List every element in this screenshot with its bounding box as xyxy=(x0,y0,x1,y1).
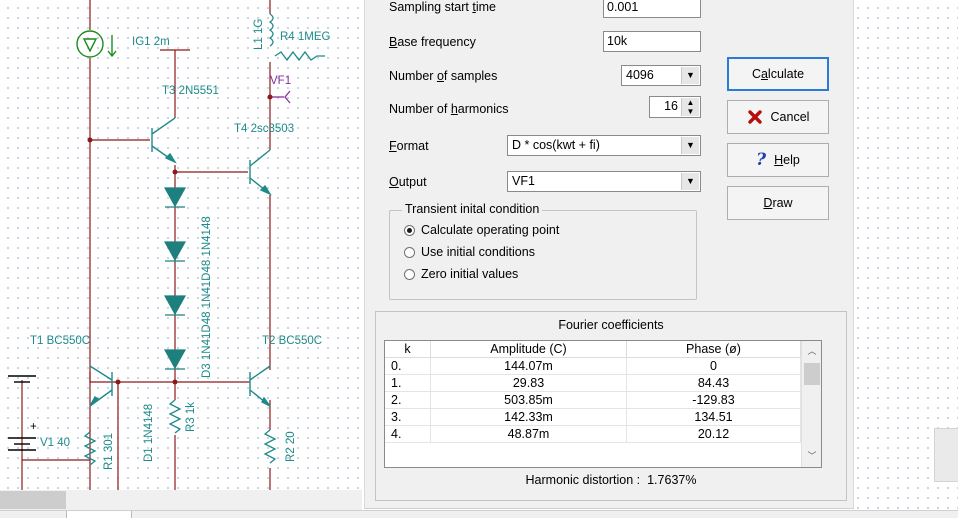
ig1-label: IG1 2m xyxy=(132,36,170,48)
fourier-title: Fourier coefficients xyxy=(558,318,664,332)
horizontal-scroll-thumb[interactable] xyxy=(0,491,66,509)
t1-label: T1 BC550C xyxy=(30,335,90,347)
scroll-thumb[interactable] xyxy=(804,363,820,385)
transistor-t4 xyxy=(249,149,272,196)
column-header-phase[interactable]: Phase (ø) xyxy=(627,341,801,358)
cancel-button[interactable]: Cancel xyxy=(727,100,829,134)
radio-calculate-operating-point[interactable]: Calculate operating point xyxy=(404,223,559,237)
r1-label: R1 301 xyxy=(103,433,115,470)
radio-dot[interactable] xyxy=(404,224,415,236)
format-value: D * cos(kwt + fi) xyxy=(512,138,600,152)
output-label: Output xyxy=(389,175,427,189)
format-label: Format xyxy=(389,139,429,153)
num-samples-value: 4096 xyxy=(626,68,654,82)
voltmeter-vf1 xyxy=(270,90,291,104)
r3-label: R3 1k xyxy=(185,402,197,432)
num-samples-select[interactable]: 4096 ▼ xyxy=(621,65,701,86)
transistor-t1 xyxy=(89,365,113,407)
junction-dots xyxy=(87,94,273,385)
r2-label: R2 20 xyxy=(285,431,297,462)
side-panel-widget[interactable] xyxy=(934,428,958,482)
output-select[interactable]: VF1 ▼ xyxy=(507,171,701,192)
t2-label: T2 BC550C xyxy=(262,335,322,347)
num-samples-label: Number of samples xyxy=(389,69,498,83)
column-header-amplitude[interactable]: Amplitude (C) xyxy=(431,341,627,358)
radio-use-initial-conditions[interactable]: Use initial conditions xyxy=(404,245,535,259)
output-value: VF1 xyxy=(512,174,535,188)
draw-button[interactable]: Draw xyxy=(727,186,829,220)
resistor-r2 xyxy=(263,429,277,464)
diodes-label: D3 1N41D48 1N41D48 1N4148 xyxy=(201,216,213,378)
vf1-label: VF1 xyxy=(270,75,291,87)
r4-label: R4 1MEG xyxy=(280,31,331,43)
fourier-table[interactable]: k Amplitude (C) Phase (ø) 0. 144.07m 0 1… xyxy=(384,340,822,468)
calculate-button[interactable]: Calculate xyxy=(727,57,829,91)
base-frequency-input[interactable]: 10k xyxy=(603,31,701,52)
harmonic-distortion: Harmonic distortion : 1.7637% xyxy=(525,473,697,487)
schematic-drawing: IG1 2m L1 1G R4 1MEG VF1 T3 2N5551 T4 2s… xyxy=(8,0,331,490)
transient-group: Transient inital condition Calculate ope… xyxy=(389,202,697,300)
table-scrollbar[interactable]: ︿ ﹀ xyxy=(801,341,821,467)
radio-zero-initial-values[interactable]: Zero initial values xyxy=(404,267,518,281)
l1-label: L1 1G xyxy=(253,19,265,50)
spin-arrows-icon[interactable]: ▲ ▼ xyxy=(681,98,699,116)
transistor-t2 xyxy=(249,365,271,407)
combo-arrow-icon[interactable]: ▼ xyxy=(681,67,699,84)
sampling-start-label: Sampling start time xyxy=(389,0,497,14)
current-source-ig1 xyxy=(76,30,117,58)
transistor-t3 xyxy=(151,117,177,164)
combo-arrow-icon[interactable]: ▼ xyxy=(681,137,699,154)
v1-label: V1 40 xyxy=(40,437,70,449)
d1-label: D1 1N4148 xyxy=(143,404,155,462)
scroll-down-icon[interactable]: ﹀ xyxy=(802,449,821,462)
format-select[interactable]: D * cos(kwt + fi) ▼ xyxy=(507,135,701,156)
t4-label: T4 2sc3503 xyxy=(234,123,294,135)
scroll-up-icon[interactable]: ︿ xyxy=(802,344,821,357)
horizontal-scrollbar[interactable] xyxy=(0,490,362,510)
num-harmonics-label: Number of harmonics xyxy=(389,102,509,116)
column-header-k[interactable]: k xyxy=(385,341,431,358)
harmonic-distortion-value: 1.7637% xyxy=(647,473,697,487)
combo-arrow-icon[interactable]: ▼ xyxy=(681,173,699,190)
num-harmonics-value: 16 xyxy=(664,99,678,113)
base-frequency-label: Base frequency xyxy=(389,35,476,49)
num-harmonics-spinner[interactable]: 16 ▲ ▼ xyxy=(649,96,701,118)
radio-dot[interactable] xyxy=(404,268,415,280)
battery-plus: + xyxy=(30,421,37,433)
t3-label: T3 2N5551 xyxy=(162,85,219,97)
cancel-x-icon xyxy=(747,110,762,124)
help-question-icon: ? xyxy=(756,150,767,170)
fourier-dialog: Sampling start time 0.001 Base frequency… xyxy=(364,0,854,509)
sampling-start-input[interactable]: 0.001 xyxy=(603,0,701,18)
transient-group-title: Transient inital condition xyxy=(402,202,543,216)
resistor-r3 xyxy=(168,399,182,434)
help-button[interactable]: ? Help xyxy=(727,143,829,177)
inductor-l1 xyxy=(268,13,274,47)
resistor-r4 xyxy=(274,50,325,62)
radio-dot[interactable] xyxy=(404,246,415,258)
fourier-coefficients-group: Fourier coefficients k Amplitude (C) Pha… xyxy=(375,311,847,501)
